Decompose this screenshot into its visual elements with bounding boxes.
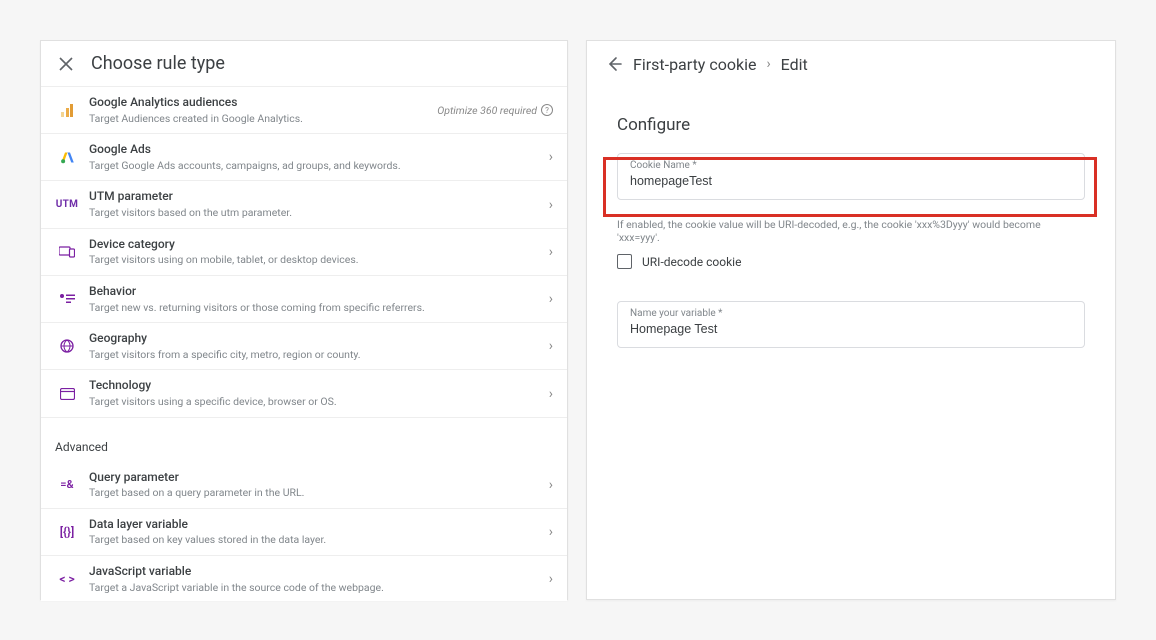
rule-desc: Target Google Ads accounts, campaigns, a…	[89, 159, 549, 173]
choose-rule-type-panel: Choose rule type Google Analytics audien…	[40, 40, 568, 600]
chevron-right-icon: ›	[549, 149, 553, 165]
rule-title: JavaScript variable	[89, 564, 549, 580]
globe-icon	[55, 339, 79, 353]
chevron-right-icon: ›	[549, 571, 553, 587]
chevron-right-icon: ›	[549, 524, 553, 540]
analytics-bars-icon	[55, 104, 79, 117]
uri-decode-checkbox[interactable]	[617, 254, 632, 269]
breadcrumb: First-party cookie › Edit	[587, 41, 1115, 87]
rule-title: Google Ads	[89, 142, 549, 158]
configure-cookie-panel: First-party cookie › Edit Configure Cook…	[586, 40, 1116, 600]
code-icon: < >	[55, 572, 79, 586]
rule-title: Behavior	[89, 284, 549, 300]
query-icon: =&	[55, 478, 79, 491]
chevron-right-icon: ›	[549, 244, 553, 260]
rule-desc: Target based on key values stored in the…	[89, 533, 549, 547]
cookie-name-label: Cookie Name *	[630, 160, 697, 171]
rule-desc: Target visitors from a specific city, me…	[89, 348, 549, 362]
google-ads-icon	[55, 150, 79, 165]
rule-query-parameter[interactable]: =& Query parameter Target based on a que…	[41, 462, 567, 509]
chevron-right-icon: ›	[549, 291, 553, 307]
variable-name-label: Name your variable *	[630, 308, 722, 319]
rule-desc: Target visitors based on the utm paramet…	[89, 206, 549, 220]
uri-decode-row[interactable]: URI-decode cookie	[587, 250, 1115, 287]
chevron-right-icon: ›	[549, 477, 553, 493]
rule-data-layer-variable[interactable]: [{}] Data layer variable Target based on…	[41, 509, 567, 556]
rule-title: Technology	[89, 378, 549, 394]
rule-desc: Target Audiences created in Google Analy…	[89, 112, 437, 126]
rule-title: Data layer variable	[89, 517, 549, 533]
rule-technology[interactable]: Technology Target visitors using a speci…	[41, 370, 567, 417]
back-arrow-icon[interactable]	[607, 56, 623, 72]
variable-name-field[interactable]: Name your variable *	[617, 301, 1085, 348]
breadcrumb-parent[interactable]: First-party cookie	[633, 55, 756, 74]
rule-desc: Target visitors using a specific device,…	[89, 395, 549, 409]
rule-title: Device category	[89, 237, 549, 253]
utm-icon: UTM	[55, 199, 79, 210]
breadcrumb-current: Edit	[781, 55, 808, 74]
help-icon[interactable]: ?	[541, 104, 553, 116]
chevron-right-icon: ›	[766, 56, 770, 72]
rule-device-category[interactable]: Device category Target visitors using on…	[41, 229, 567, 276]
configure-heading: Configure	[587, 87, 1115, 153]
cookie-name-input[interactable]	[630, 174, 1072, 188]
rule-title: Query parameter	[89, 470, 549, 486]
brackets-icon: [{}]	[55, 525, 79, 539]
rule-behavior[interactable]: Behavior Target new vs. returning visito…	[41, 276, 567, 323]
rule-desc: Target a JavaScript variable in the sour…	[89, 581, 549, 595]
panel-header: Choose rule type	[41, 41, 567, 87]
rule-title: Google Analytics audiences	[89, 95, 437, 111]
chevron-right-icon: ›	[549, 386, 553, 402]
behavior-icon	[55, 293, 79, 305]
rule-title: Geography	[89, 331, 549, 347]
rule-javascript-variable[interactable]: < > JavaScript variable Target a JavaScr…	[41, 556, 567, 601]
rule-desc: Target based on a query parameter in the…	[89, 486, 549, 500]
uri-decode-label: URI-decode cookie	[642, 255, 741, 269]
requires-360-label: Optimize 360 required ?	[437, 104, 553, 117]
rule-utm-parameter[interactable]: UTM UTM parameter Target visitors based …	[41, 181, 567, 228]
chevron-right-icon: ›	[549, 338, 553, 354]
variable-name-input[interactable]	[630, 322, 1072, 336]
rule-desc: Target new vs. returning visitors or tho…	[89, 301, 549, 315]
web-icon	[55, 388, 79, 400]
rule-desc: Target visitors using on mobile, tablet,…	[89, 253, 549, 267]
uri-decode-helper: If enabled, the cookie value will be URI…	[587, 212, 1115, 250]
cookie-name-field[interactable]: Cookie Name *	[617, 153, 1085, 200]
rule-google-ads[interactable]: Google Ads Target Google Ads accounts, c…	[41, 134, 567, 181]
rule-list: Google Analytics audiences Target Audien…	[41, 87, 567, 601]
rule-title: UTM parameter	[89, 189, 549, 205]
panel-title: Choose rule type	[91, 53, 225, 74]
advanced-section-label: Advanced	[41, 418, 567, 462]
rule-ga-audiences: Google Analytics audiences Target Audien…	[41, 87, 567, 134]
close-icon[interactable]	[57, 55, 75, 73]
chevron-right-icon: ›	[549, 197, 553, 213]
devices-icon	[55, 246, 79, 258]
rule-geography[interactable]: Geography Target visitors from a specifi…	[41, 323, 567, 370]
